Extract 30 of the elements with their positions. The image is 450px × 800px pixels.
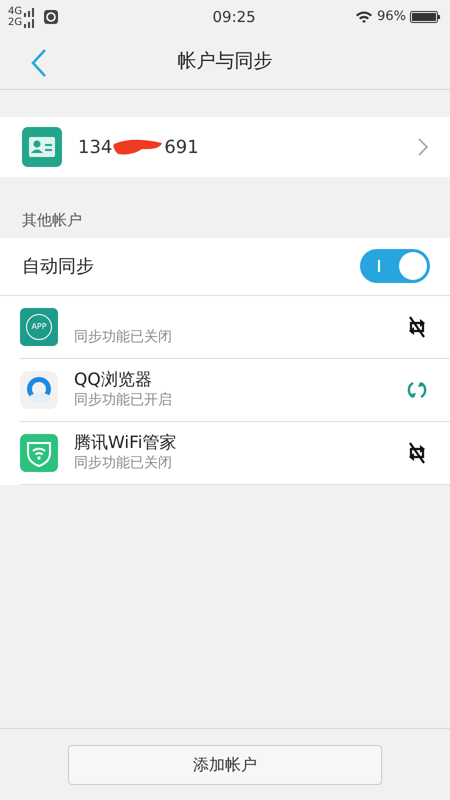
account-row[interactable]: APP 同步功能已关闭 (20, 296, 450, 358)
battery-label: 96% (377, 8, 406, 26)
signal-icon (22, 8, 36, 17)
account-number: 134 (78, 136, 112, 160)
network-label: 2G (8, 17, 22, 28)
account-number: 691 (164, 136, 199, 160)
setting-label: 自动同步 (22, 254, 94, 278)
add-account-button[interactable]: 添加帐户 (68, 744, 382, 784)
sync-status: 同步功能已关闭 (74, 454, 173, 472)
time-label: 09:25 (211, 6, 257, 28)
sync-status: 同步功能已开启 (74, 391, 173, 409)
page-title: 帐户与同步 (178, 49, 272, 74)
account-row[interactable]: QQ浏览器 同步功能已开启 (20, 358, 450, 422)
app-name: QQ浏览器 (74, 370, 153, 391)
section-label: 其他帐户 (21, 210, 83, 231)
chevron-right-icon (418, 138, 428, 156)
shield-wifi-icon (20, 434, 58, 472)
toggle-switch[interactable] (360, 249, 430, 283)
back-button[interactable] (30, 48, 48, 78)
account-row[interactable]: 腾讯WiFi管家 同步功能已关闭 (20, 422, 450, 484)
icon-label: APP (31, 322, 47, 330)
network-label: 4G (8, 6, 22, 17)
signal-icon (22, 19, 36, 28)
battery-icon (410, 10, 440, 24)
wifi-icon (355, 10, 374, 24)
contact-card-icon (22, 127, 62, 167)
browser-icon (20, 370, 58, 408)
account-row[interactable]: 134 691 (0, 117, 450, 177)
app-name: 腾讯WiFi管家 (74, 433, 178, 454)
sync-status: 同步功能已关闭 (74, 328, 173, 346)
